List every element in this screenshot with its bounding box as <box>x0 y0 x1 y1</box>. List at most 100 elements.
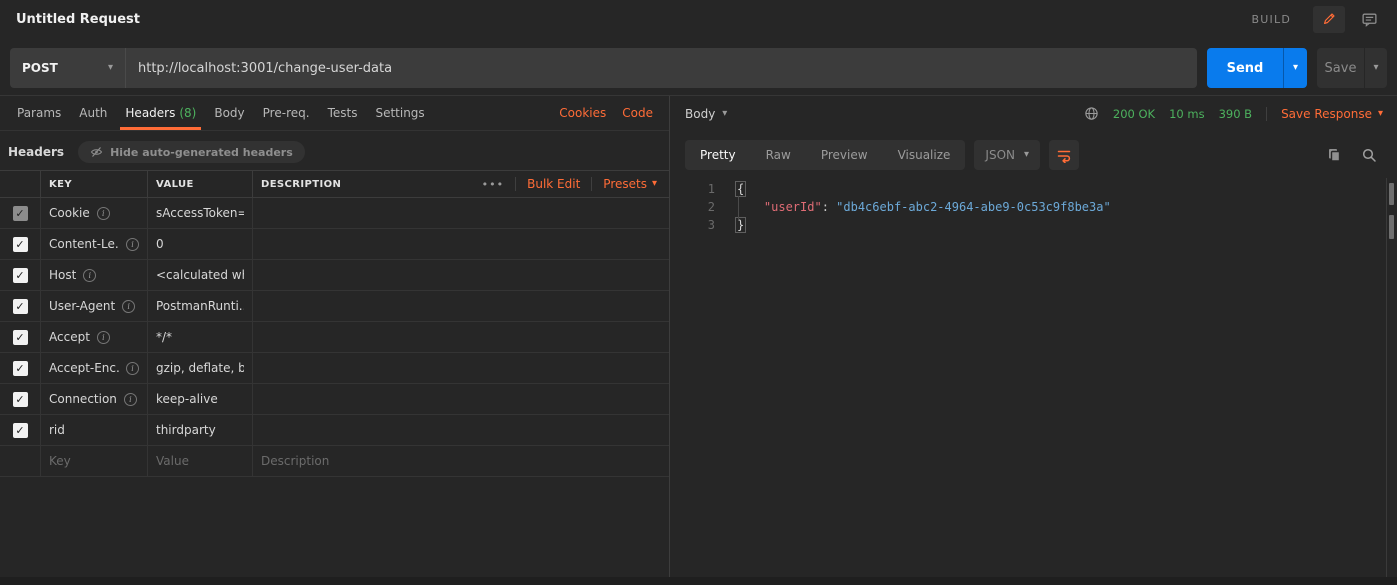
response-size[interactable]: 390 B <box>1219 107 1253 121</box>
chevron-down-icon <box>1024 150 1029 160</box>
tab-raw[interactable]: Raw <box>751 140 806 170</box>
new-value-input[interactable]: Value <box>148 446 253 476</box>
eye-slash-icon <box>90 146 103 158</box>
info-icon <box>126 362 139 375</box>
info-icon <box>126 238 139 251</box>
build-mode-label: BUILD <box>1252 13 1291 26</box>
new-description-input[interactable]: Description <box>253 446 669 476</box>
tab-settings[interactable]: Settings <box>366 96 433 130</box>
divider <box>515 177 516 191</box>
status-badge[interactable]: 200 OK <box>1113 107 1155 121</box>
headers-section-header: Headers Hide auto-generated headers <box>0 140 669 164</box>
table-row: rid thirdparty <box>0 415 669 446</box>
row-checkbox[interactable] <box>13 299 28 314</box>
row-checkbox[interactable] <box>13 423 28 438</box>
tab-pre-request[interactable]: Pre-req. <box>254 96 319 130</box>
toggle-label: Hide auto-generated headers <box>110 146 293 159</box>
chevron-down-icon <box>722 109 727 119</box>
tab-body[interactable]: Body <box>205 96 253 130</box>
headers-count-badge: (8) <box>179 106 196 120</box>
row-checkbox[interactable] <box>13 268 28 283</box>
copy-icon <box>1326 147 1342 163</box>
send-button[interactable]: Send <box>1207 48 1283 88</box>
info-icon <box>97 207 110 220</box>
request-title: Untitled Request <box>16 12 140 27</box>
tab-pretty[interactable]: Pretty <box>685 140 751 170</box>
format-dropdown[interactable]: JSON <box>974 140 1040 170</box>
table-row: Accept-Enc... gzip, deflate, br <box>0 353 669 384</box>
save-response-dropdown[interactable]: Save Response <box>1281 107 1383 121</box>
send-options-button[interactable] <box>1283 48 1307 88</box>
tab-headers[interactable]: Headers (8) <box>116 96 205 130</box>
bulk-edit-button[interactable]: Bulk Edit <box>527 177 580 191</box>
new-key-input[interactable]: Key <box>41 446 148 476</box>
copy-button[interactable] <box>1324 145 1344 165</box>
table-row: User-Agent PostmanRunti... <box>0 291 669 322</box>
method-dropdown[interactable]: POST <box>10 48 126 88</box>
search-button[interactable] <box>1359 145 1379 165</box>
request-tabs-row: Params Auth Headers (8) Body Pre-req. Te… <box>0 96 669 131</box>
chevron-down-icon <box>1293 63 1298 73</box>
json-value: "db4c6ebf-abc2-4964-abe9-0c53c9f8be3a" <box>836 200 1111 214</box>
request-panel: Params Auth Headers (8) Body Pre-req. Te… <box>0 96 670 577</box>
more-options-button[interactable]: ••• <box>482 178 504 191</box>
select-all-column <box>0 171 41 197</box>
tab-auth[interactable]: Auth <box>70 96 116 130</box>
send-button-group: Send <box>1207 48 1307 88</box>
response-time[interactable]: 10 ms <box>1169 107 1204 121</box>
tab-params[interactable]: Params <box>8 96 70 130</box>
pencil-icon <box>1321 11 1337 27</box>
line-number: 3 <box>671 216 715 234</box>
response-body-editor[interactable]: 1 { 2 "userId": "db4c6ebf-abc2-4964-abe9… <box>671 180 1397 234</box>
table-row: Connection keep-alive <box>0 384 669 415</box>
url-input[interactable] <box>126 48 1197 88</box>
save-button[interactable]: Save <box>1317 48 1364 88</box>
tabs-spacer <box>434 96 552 130</box>
comment-icon <box>1361 11 1378 28</box>
response-body-dropdown[interactable]: Body <box>685 107 727 121</box>
divider <box>591 177 592 191</box>
tab-visualize[interactable]: Visualize <box>883 140 966 170</box>
row-checkbox[interactable] <box>13 237 28 252</box>
row-checkbox[interactable] <box>13 206 28 221</box>
json-key: "userId" <box>764 200 822 214</box>
code-link[interactable]: Code <box>614 96 661 130</box>
globe-icon[interactable] <box>1084 106 1099 121</box>
json-separator: : <box>822 200 836 214</box>
row-checkbox[interactable] <box>13 361 28 376</box>
row-checkbox[interactable] <box>13 330 28 345</box>
table-tools: ••• Bulk Edit Presets <box>482 177 657 191</box>
response-actions <box>1324 145 1383 165</box>
response-header-row: Body 200 OK 10 ms 390 B Save Response <box>671 96 1397 131</box>
wrap-text-icon <box>1056 147 1072 163</box>
wrap-lines-button[interactable] <box>1049 140 1079 170</box>
comment-button[interactable] <box>1353 6 1385 33</box>
presets-dropdown[interactable]: Presets <box>603 177 657 191</box>
tab-preview[interactable]: Preview <box>806 140 883 170</box>
code-line: 2 "userId": "db4c6ebf-abc2-4964-abe9-0c5… <box>671 198 1397 216</box>
request-url-row: POST Send Save <box>10 48 1387 88</box>
cookies-link[interactable]: Cookies <box>551 96 614 130</box>
info-icon <box>124 393 137 406</box>
column-header-value: VALUE <box>156 179 194 190</box>
scrollbar-track[interactable] <box>1386 178 1387 577</box>
indent-guide <box>738 196 739 220</box>
scrollbar-thumb[interactable] <box>1389 215 1394 239</box>
tab-tests[interactable]: Tests <box>319 96 367 130</box>
table-row: Host <calculated wh... <box>0 260 669 291</box>
row-checkbox[interactable] <box>13 392 28 407</box>
open-brace: { <box>735 181 746 197</box>
hide-autogenerated-toggle[interactable]: Hide auto-generated headers <box>78 141 305 163</box>
search-icon <box>1361 147 1377 163</box>
table-header-row: KEY VALUE DESCRIPTION ••• Bulk Edit Pres… <box>0 171 669 198</box>
info-icon <box>122 300 135 313</box>
save-options-button[interactable] <box>1364 48 1387 88</box>
method-label: POST <box>22 61 58 75</box>
new-header-row: Key Value Description <box>0 446 669 477</box>
scrollbar-thumb[interactable] <box>1389 183 1394 205</box>
code-line: 1 { <box>671 180 1397 198</box>
headers-section-title: Headers <box>8 145 64 159</box>
code-line: 3 } <box>671 216 1397 234</box>
chevron-down-icon <box>1373 63 1378 73</box>
edit-request-button[interactable] <box>1313 6 1345 33</box>
